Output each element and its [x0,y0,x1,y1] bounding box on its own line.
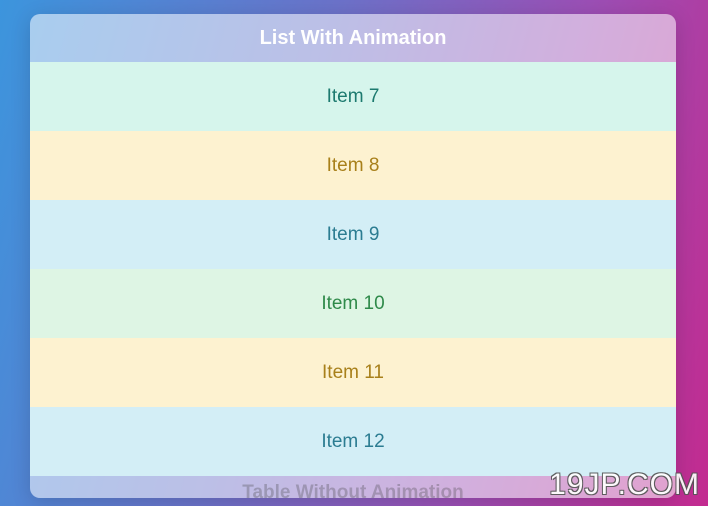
list-item-label: Item 9 [327,224,380,246]
list-item[interactable]: Item 9 [30,200,676,269]
list-item-label: Item 12 [321,431,384,453]
card-header: List With Animation [30,14,676,62]
second-header: Table Without Animation [30,476,676,498]
list-item[interactable]: Item 12 [30,407,676,476]
card: List With Animation Item 7 Item 8 Item 9… [30,14,676,498]
list-item[interactable]: Item 10 [30,269,676,338]
list-item[interactable]: Item 8 [30,131,676,200]
card-title: List With Animation [260,27,447,50]
list-item-label: Item 7 [327,86,380,108]
list-item-label: Item 8 [327,155,380,177]
list-item[interactable]: Item 7 [30,62,676,131]
list-item[interactable]: Item 11 [30,338,676,407]
list-item-label: Item 10 [321,293,384,315]
list: Item 7 Item 8 Item 9 Item 10 Item 11 Ite… [30,62,676,476]
second-title: Table Without Animation [242,482,463,498]
list-item-label: Item 11 [322,362,384,384]
